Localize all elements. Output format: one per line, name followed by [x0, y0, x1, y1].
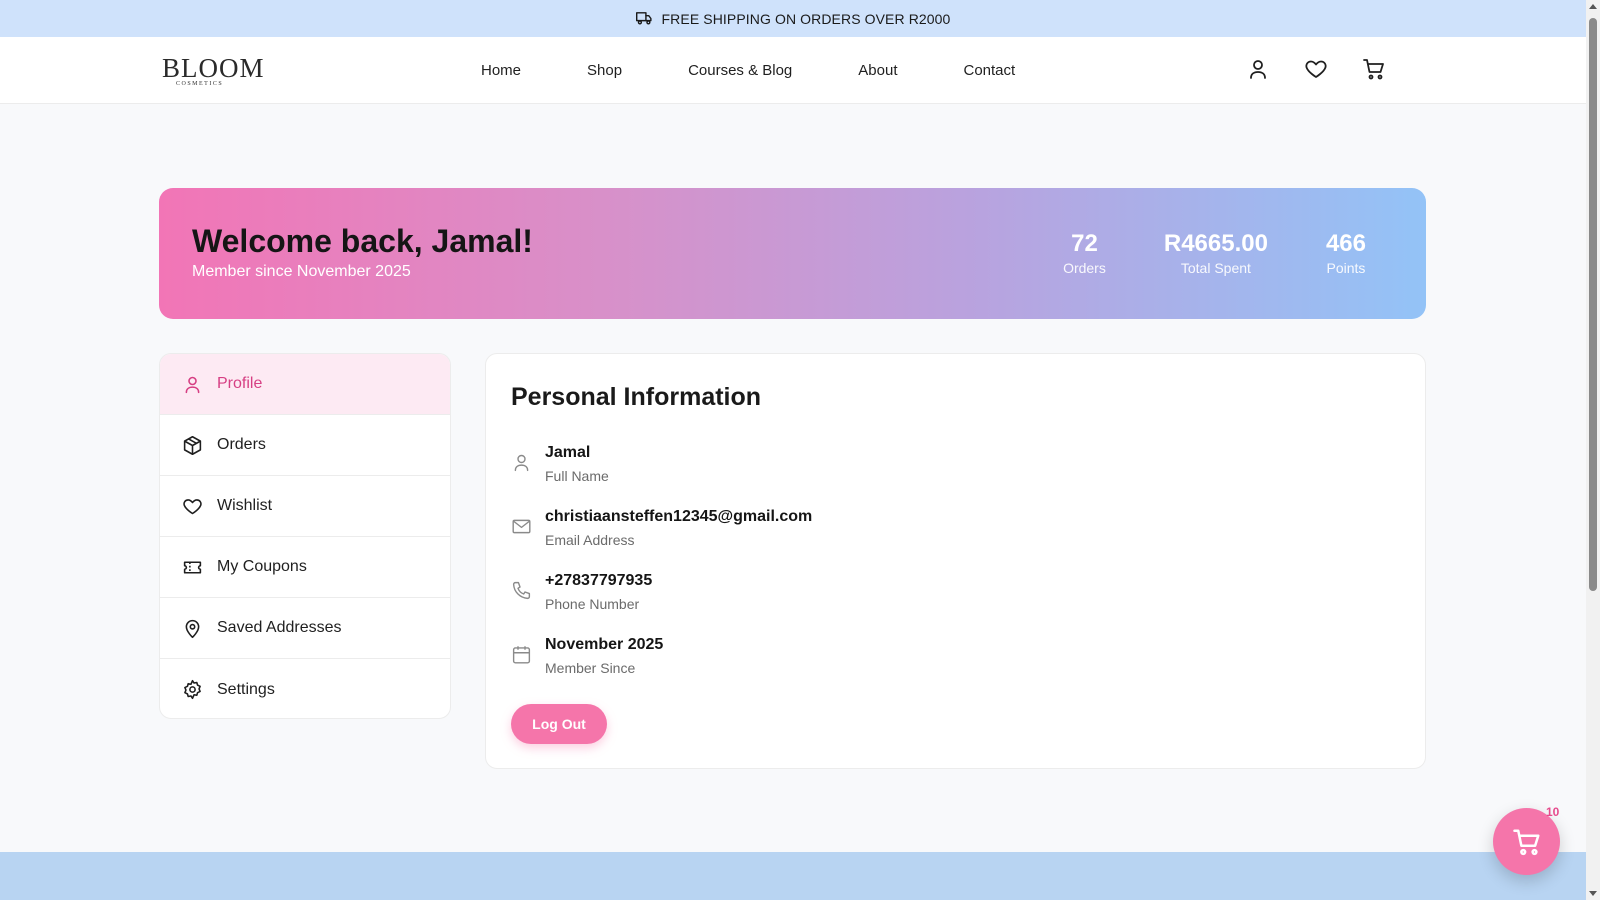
user-icon: [514, 454, 529, 472]
phone-icon: [512, 581, 531, 600]
info-value: +27837797935: [545, 572, 653, 589]
stat-label: Points: [1326, 260, 1366, 276]
cart-icon: [1512, 829, 1539, 855]
sidebar-item-orders[interactable]: Orders: [160, 415, 450, 476]
stat-value: 72: [1071, 230, 1098, 257]
site-footer: [0, 852, 1586, 900]
nav-about[interactable]: About: [858, 62, 897, 79]
sidebar-item-wishlist[interactable]: Wishlist: [160, 476, 450, 537]
truck-icon: [635, 12, 652, 25]
nav-contact[interactable]: Contact: [963, 62, 1015, 79]
cart-count-badge: 10: [1546, 805, 1560, 819]
sidebar-item-label: Saved Addresses: [217, 619, 342, 636]
info-phone: +27837797935 Phone Number: [511, 570, 652, 614]
welcome-heading: Welcome back, Jamal!: [192, 223, 533, 259]
info-value: November 2025: [545, 636, 664, 653]
info-label: Email Address: [545, 532, 635, 548]
info-email: christiaansteffen12345@gmail.com Email A…: [511, 506, 812, 550]
panel-title: Personal Information: [511, 383, 762, 411]
stat-value: R4665.00: [1163, 230, 1268, 257]
scroll-up-arrow[interactable]: [1589, 4, 1597, 9]
nav-courses-blog[interactable]: Courses & Blog: [688, 62, 792, 79]
brand-logo[interactable]: BLOOM COSMETICS: [162, 53, 264, 89]
mail-icon: [512, 519, 531, 534]
announcement-text: FREE SHIPPING ON ORDERS OVER R2000: [661, 10, 951, 27]
cart-icon[interactable]: [1362, 57, 1386, 81]
logo-subtext: COSMETICS: [176, 81, 224, 87]
announcement-bar: FREE SHIPPING ON ORDERS OVER R2000: [0, 0, 1586, 37]
nav-shop[interactable]: Shop: [587, 62, 622, 79]
info-full-name: Jamal Full Name: [511, 442, 609, 486]
stat-points: 466 Points: [1326, 230, 1366, 276]
account-stats: 72 Orders R4665.00 Total Spent 466 Point…: [1063, 230, 1366, 276]
info-value: Jamal: [545, 444, 591, 461]
scroll-down-arrow[interactable]: [1589, 891, 1597, 896]
page-scrollbar[interactable]: [1586, 0, 1600, 900]
sidebar-item-profile[interactable]: Profile: [160, 354, 450, 415]
logout-button[interactable]: Log Out: [511, 704, 607, 744]
site-header: BLOOM COSMETICS Home Shop Courses & Blog…: [0, 37, 1586, 104]
heart-icon: [183, 498, 202, 514]
stat-total-spent: R4665.00 Total Spent: [1164, 230, 1268, 276]
logo-text: BLOOM: [162, 53, 265, 83]
stat-label: Orders: [1063, 260, 1106, 276]
gear-icon: [184, 679, 201, 700]
calendar-icon: [512, 646, 531, 664]
welcome-banner: Welcome back, Jamal! Member since Novemb…: [159, 188, 1426, 319]
sidebar-item-label: Orders: [217, 436, 266, 453]
stat-label: Total Spent: [1180, 260, 1251, 276]
sidebar-item-label: Settings: [217, 680, 275, 698]
header-actions: [1246, 57, 1386, 81]
scrollbar-thumb[interactable]: [1589, 18, 1597, 591]
sidebar-item-my-coupons[interactable]: My Coupons: [160, 537, 450, 598]
ticket-icon: [183, 560, 202, 574]
sidebar-item-settings[interactable]: Settings: [160, 659, 450, 718]
sidebar-item-label: Profile: [217, 375, 263, 392]
nav-home[interactable]: Home: [481, 62, 521, 79]
info-label: Phone Number: [545, 596, 640, 612]
sidebar-item-label: My Coupons: [217, 558, 307, 575]
user-icon[interactable]: [1246, 57, 1270, 81]
main-nav: Home Shop Courses & Blog About Contact: [481, 37, 1015, 104]
info-member-since: November 2025 Member Since: [511, 634, 663, 678]
sidebar-item-label: Wishlist: [217, 497, 273, 514]
user-icon: [185, 376, 200, 393]
member-since-text: Member since November 2025: [192, 263, 411, 280]
info-label: Member Since: [545, 660, 636, 676]
info-label: Full Name: [545, 468, 609, 484]
info-value: christiaansteffen12345@gmail.com: [545, 508, 813, 525]
personal-info-panel: Personal Information Jamal Full Name chr…: [485, 353, 1426, 769]
map-pin-icon: [185, 619, 200, 638]
stat-orders: 72 Orders: [1063, 230, 1106, 276]
package-icon: [183, 435, 202, 455]
sidebar-item-saved-addresses[interactable]: Saved Addresses: [160, 598, 450, 659]
account-sidebar: Profile Orders Wishlist My Coupons Saved…: [159, 353, 451, 719]
stat-value: 466: [1325, 230, 1366, 257]
heart-icon[interactable]: [1304, 57, 1328, 81]
